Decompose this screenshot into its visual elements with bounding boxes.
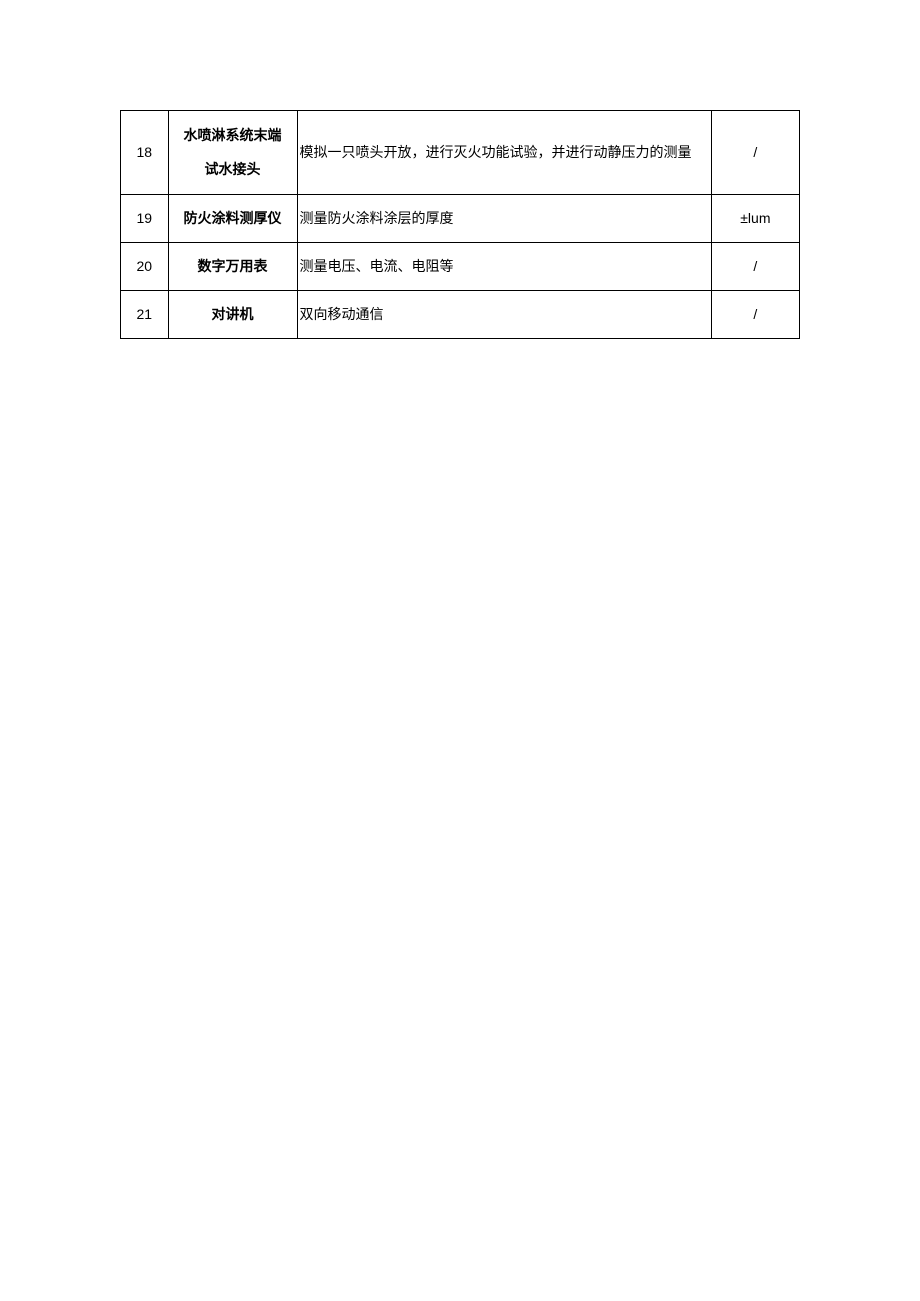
equipment-desc: 测量电压、电流、电阻等 [297,242,711,290]
equipment-name: 数字万用表 [168,242,297,290]
row-number: 20 [121,242,169,290]
equipment-spec: / [711,111,799,195]
table-row: 18 水喷淋系统末端试水接头 模拟一只喷头开放，进行灭火功能试验，并进行动静压力… [121,111,800,195]
row-number: 19 [121,195,169,243]
equipment-name: 对讲机 [168,290,297,338]
equipment-spec: ±lum [711,195,799,243]
equipment-table: 18 水喷淋系统末端试水接头 模拟一只喷头开放，进行灭火功能试验，并进行动静压力… [120,110,800,339]
equipment-name: 防火涂料测厚仪 [168,195,297,243]
equipment-spec: / [711,290,799,338]
table-row: 19 防火涂料测厚仪 测量防火涂料涂层的厚度 ±lum [121,195,800,243]
equipment-desc: 模拟一只喷头开放，进行灭火功能试验，并进行动静压力的测量 [297,111,711,195]
row-number: 21 [121,290,169,338]
row-number: 18 [121,111,169,195]
table-row: 21 对讲机 双向移动通信 / [121,290,800,338]
equipment-name: 水喷淋系统末端试水接头 [168,111,297,195]
equipment-spec: / [711,242,799,290]
equipment-desc: 测量防火涂料涂层的厚度 [297,195,711,243]
table-row: 20 数字万用表 测量电压、电流、电阻等 / [121,242,800,290]
equipment-desc: 双向移动通信 [297,290,711,338]
